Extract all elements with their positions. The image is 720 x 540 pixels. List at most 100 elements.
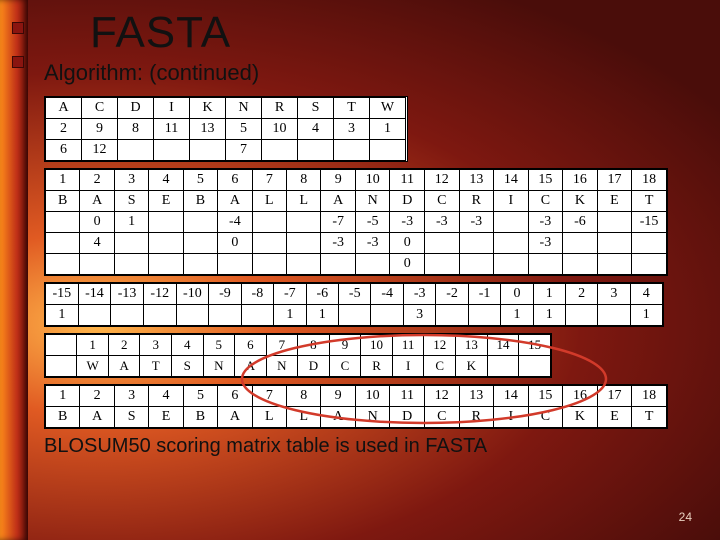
table-5-box: 123456789101112131415161718BASEBALLANDCR… [44,384,668,429]
cell: N [203,356,235,377]
cell [632,254,667,275]
cell: 8 [287,386,321,407]
cell: E [149,191,183,212]
cell [46,335,77,356]
cell: 1 [501,305,533,326]
cell [183,233,217,254]
cell: A [80,191,114,212]
cell: 3 [334,119,370,140]
cell [252,212,286,233]
cell: D [390,191,425,212]
cell: T [334,98,370,119]
cell: R [459,191,494,212]
cell: -6 [306,284,338,305]
cell: 2 [80,170,114,191]
cell: 1 [370,119,406,140]
cell: 1 [114,212,148,233]
cell [143,305,176,326]
cell: -5 [355,212,390,233]
cell [114,254,148,275]
cell: -13 [111,284,144,305]
cell [519,356,551,377]
cell: 1 [274,305,306,326]
slide-spine [0,0,28,540]
cell: S [298,98,334,119]
cell: L [287,191,321,212]
cell: 15 [528,386,563,407]
table-3-box: -15-14-13-12-10-9-8-7-6-5-4-3-2-10123411… [44,282,664,327]
cell: N [266,356,298,377]
cell: 12 [424,386,459,407]
cell: K [563,191,598,212]
cell: 4 [149,386,183,407]
cell [597,212,632,233]
cell: B [46,407,80,428]
cell: 10 [262,119,298,140]
bullet-square [12,56,24,68]
table-3: -15-14-13-12-10-9-8-7-6-5-4-3-2-10123411… [45,283,663,326]
cell: 1 [306,305,338,326]
cell [241,305,273,326]
cell: 2 [80,386,114,407]
cell: A [235,356,267,377]
cell: R [459,407,494,428]
cell [487,356,519,377]
cell: 9 [321,170,355,191]
cell: C [528,191,563,212]
cell [494,254,529,275]
cell: -4 [218,212,252,233]
cell: -3 [390,212,425,233]
cell [371,305,403,326]
cell: E [149,407,183,428]
cell: 14 [494,386,529,407]
cell: 7 [252,170,286,191]
cell: D [390,407,425,428]
cell: 14 [487,335,519,356]
cell: W [370,98,406,119]
cell [355,254,390,275]
cell: 8 [287,170,321,191]
cell: B [46,191,80,212]
cell: 14 [494,170,529,191]
cell [298,140,334,161]
cell: 4 [172,335,204,356]
cell: 8 [298,335,330,356]
table-1-box: ACDIKNRSTW29811135104316127 [44,96,408,162]
cell [597,254,632,275]
cell: -3 [528,212,563,233]
cell: 8 [118,119,154,140]
cell: 17 [597,170,632,191]
cell [114,233,148,254]
cell: 1 [46,170,80,191]
cell: A [218,191,252,212]
cell [149,254,183,275]
cell: 13 [459,170,494,191]
cell: 1 [533,284,565,305]
cell: -2 [436,284,468,305]
cell [183,212,217,233]
table-stack: ACDIKNRSTW29811135104316127 123456789101… [44,96,706,429]
cell [111,305,144,326]
cell: 9 [329,335,361,356]
bullet-square [12,22,24,34]
cell: 12 [425,170,460,191]
cell: 16 [563,170,598,191]
cell: B [183,191,217,212]
cell: -15 [632,212,667,233]
table-2-box: 123456789101112131415161718BASEBALLANDCR… [44,168,668,276]
cell [46,212,80,233]
cell: 0 [390,254,425,275]
cell: 13 [456,335,488,356]
cell: 1 [46,305,79,326]
cell [425,254,460,275]
cell: N [226,98,262,119]
cell: 2 [565,284,597,305]
cell: -8 [241,284,273,305]
cell: C [528,407,563,428]
cell: L [287,407,321,428]
cell: I [154,98,190,119]
cell: A [321,407,355,428]
cell: R [361,356,393,377]
cell: C [425,191,460,212]
cell: I [494,191,529,212]
